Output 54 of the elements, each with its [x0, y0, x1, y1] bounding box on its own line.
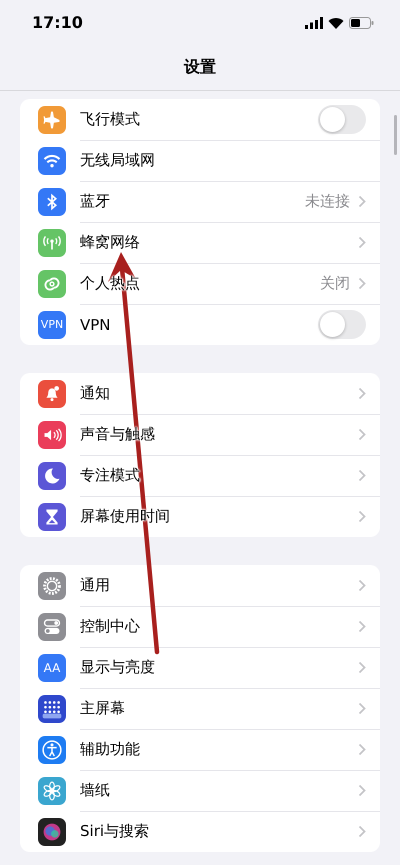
toggle-switch[interactable]: [318, 310, 366, 339]
scroll-indicator: [394, 115, 397, 155]
setting-label[interactable]: 通知: [80, 384, 350, 402]
chevron-icon: [358, 428, 366, 440]
setting-label[interactable]: 通用: [80, 576, 350, 594]
chevron-icon: [358, 468, 366, 482]
setting-label[interactable]: 显示与亮度: [80, 658, 350, 676]
chevron-icon: [358, 620, 366, 632]
flower-icon: [38, 776, 66, 804]
page-title: 设置: [184, 57, 216, 78]
chevron-icon: [358, 742, 366, 756]
text-size-icon: AA: [38, 654, 66, 682]
accessibility-icon: [38, 736, 66, 764]
setting-label[interactable]: 蜂窝网络: [80, 232, 350, 252]
link-icon: [38, 270, 66, 298]
signal-icon: [305, 16, 323, 28]
chevron-icon: [358, 276, 366, 290]
chevron-icon: [358, 784, 366, 796]
setting-label[interactable]: VPN: [80, 316, 310, 334]
chevron-icon: [358, 194, 366, 208]
switches-icon: [38, 612, 66, 640]
chevron-icon: [358, 825, 366, 838]
setting-label[interactable]: 飞行模式: [80, 110, 310, 128]
hourglass-icon: [38, 502, 66, 530]
bell-icon: [38, 380, 66, 408]
chevron-icon: [358, 660, 366, 674]
airplane-icon: [38, 106, 66, 134]
setting-label[interactable]: 墙纸: [80, 780, 350, 800]
bluetooth-icon: [38, 188, 66, 216]
setting-label[interactable]: 蓝牙: [80, 192, 297, 210]
setting-label[interactable]: Siri与搜索: [80, 822, 350, 841]
vpn-icon: VPN: [38, 310, 66, 338]
toggle-switch[interactable]: [318, 104, 366, 134]
wifi-icon: [328, 16, 344, 28]
chevron-icon: [358, 510, 366, 523]
chevron-icon: [358, 386, 366, 400]
chevron-icon: [358, 702, 366, 714]
setting-label[interactable]: 控制中心: [80, 616, 350, 636]
chevron-icon: [358, 236, 366, 248]
status-time: 17:10: [32, 13, 83, 32]
antenna-icon: [38, 228, 66, 256]
app-grid-icon: [38, 694, 66, 722]
speaker-icon: [38, 420, 66, 448]
wifi-icon: [38, 146, 66, 174]
setting-label[interactable]: 无线局域网: [80, 150, 366, 170]
battery-icon: [349, 16, 374, 28]
chevron-icon: [358, 578, 366, 592]
setting-label[interactable]: 辅助功能: [80, 740, 350, 758]
siri-icon: [38, 818, 66, 846]
row-value: 未连接: [305, 192, 350, 210]
row-value: 关闭: [320, 274, 350, 292]
moon-icon: [38, 462, 66, 490]
gear-icon: [38, 572, 66, 600]
setting-label[interactable]: 主屏幕: [80, 698, 350, 718]
